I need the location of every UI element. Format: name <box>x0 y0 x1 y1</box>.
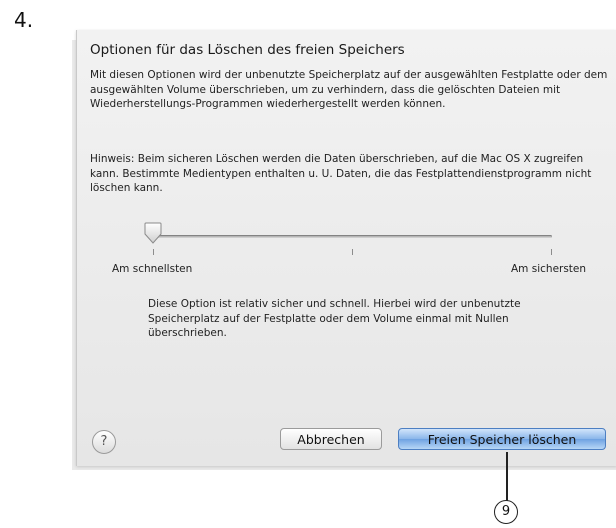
slider-tick <box>551 249 552 255</box>
callout-marker: 9 <box>494 500 518 524</box>
cancel-button[interactable]: Abbrechen <box>280 428 382 450</box>
note-text: Hinweis: Beim sicheren Löschen werden di… <box>90 153 592 194</box>
slider-tick <box>352 249 353 255</box>
step-number: 4. <box>14 8 34 32</box>
slider-tick <box>153 249 154 255</box>
security-slider-track[interactable] <box>152 235 552 238</box>
help-button[interactable]: ? <box>92 430 116 454</box>
dialog-title: Optionen für das Löschen des freien Spei… <box>90 42 405 58</box>
erase-free-space-button[interactable]: Freien Speicher löschen <box>398 428 606 450</box>
option-description: Diese Option ist relativ sicher und schn… <box>148 298 521 339</box>
slider-thumb[interactable] <box>144 222 162 244</box>
slider-min-label: Am schnellsten <box>112 263 193 275</box>
intro-text: Mit diesen Optionen wird der unbenutzte … <box>90 69 608 110</box>
slider-max-label: Am sichersten <box>511 263 587 275</box>
callout-line <box>506 452 508 501</box>
